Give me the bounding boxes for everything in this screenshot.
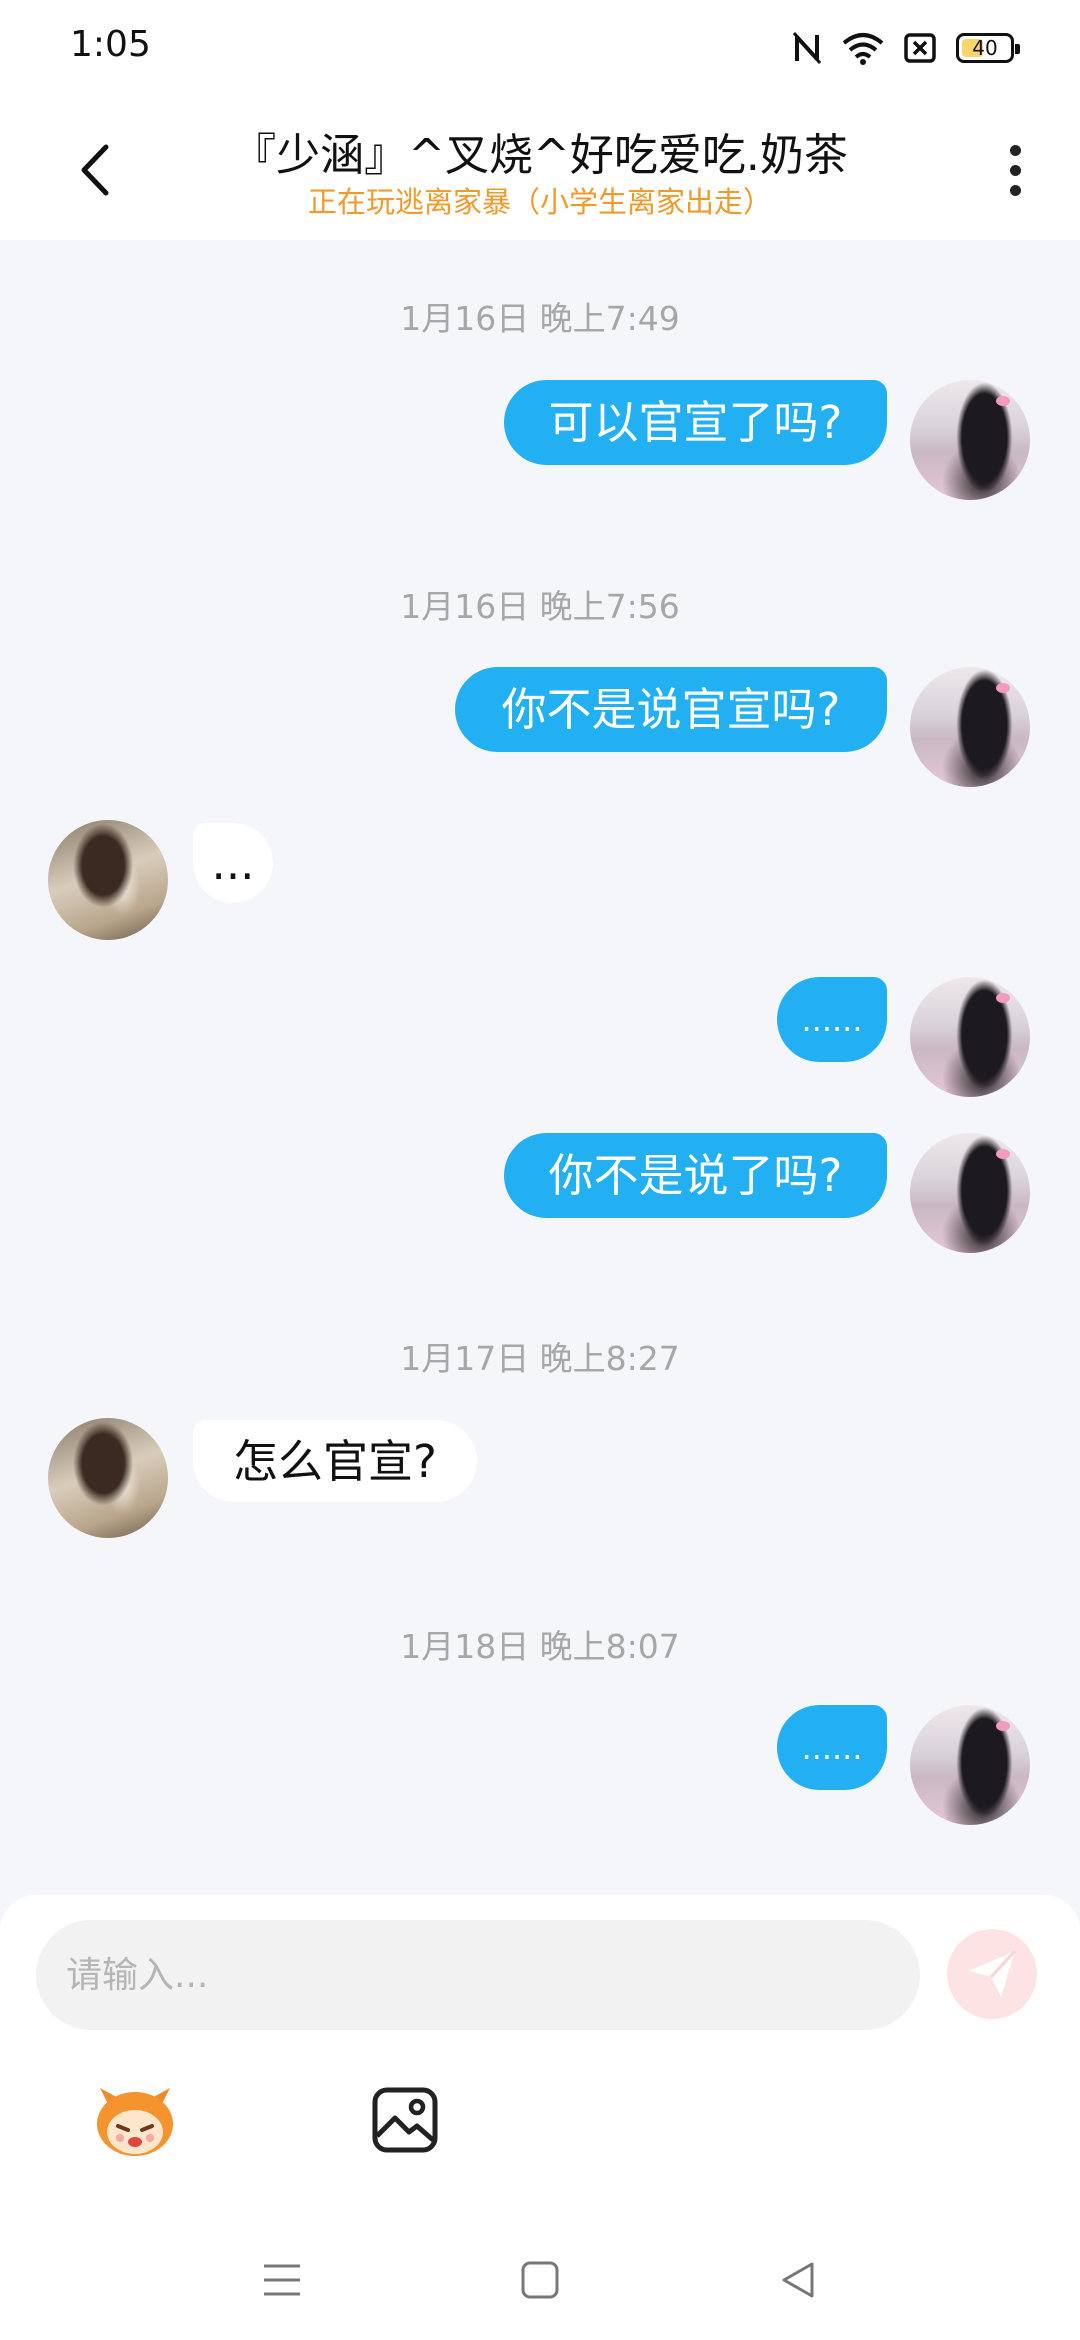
chevron-left-icon xyxy=(81,144,109,196)
my-message-bubble[interactable]: 可以官宣了吗? xyxy=(504,380,887,465)
chat-title: 『少涵』^叉烧^好吃爱吃.奶茶 xyxy=(232,130,848,181)
menu-icon xyxy=(264,2264,300,2296)
nfc-icon xyxy=(792,32,822,64)
more-vertical-icon xyxy=(1009,144,1021,156)
sim-off-icon xyxy=(904,33,936,63)
chat-header: 『少涵』^叉烧^好吃爱吃.奶茶 正在玩逃离家暴（小学生离家出走） xyxy=(0,95,1080,240)
my-avatar[interactable] xyxy=(910,1705,1030,1825)
message-timestamp: 1月16日 晚上7:56 xyxy=(400,587,680,626)
message-input[interactable] xyxy=(36,1920,920,2030)
recent-apps-button[interactable] xyxy=(252,2250,312,2310)
my-message-bubble[interactable]: 你不是说了吗? xyxy=(504,1133,887,1218)
battery-icon: 40 xyxy=(956,33,1020,63)
image-icon xyxy=(372,2087,438,2153)
battery-level: 40 xyxy=(972,36,998,60)
contact-avatar[interactable] xyxy=(48,1418,168,1538)
nav-back-button[interactable] xyxy=(768,2250,828,2310)
send-icon xyxy=(969,1949,1017,1997)
contact-avatar[interactable] xyxy=(48,820,168,940)
send-button[interactable] xyxy=(947,1929,1037,2019)
my-avatar[interactable] xyxy=(910,977,1030,1097)
my-avatar[interactable] xyxy=(910,380,1030,500)
my-message-bubble[interactable]: 你不是说官宣吗? xyxy=(455,667,887,752)
message-timestamp: 1月16日 晚上7:49 xyxy=(400,299,680,338)
contact-message-bubble[interactable]: ... xyxy=(193,823,273,903)
my-message-bubble[interactable]: ...... xyxy=(777,1705,887,1790)
mascot-sticker-icon xyxy=(97,2088,173,2156)
my-avatar[interactable] xyxy=(910,1133,1030,1253)
wifi-icon xyxy=(842,33,884,65)
message-timestamp: 1月17日 晚上8:27 xyxy=(400,1339,680,1378)
status-time: 1:05 xyxy=(70,24,151,65)
home-icon xyxy=(521,2261,559,2299)
home-button[interactable] xyxy=(510,2250,570,2310)
contact-message-bubble[interactable]: 怎么官宣? xyxy=(193,1420,477,1502)
chat-status: 正在玩逃离家暴（小学生离家出走） xyxy=(307,185,772,219)
status-bar: 1:05 40 xyxy=(0,0,1080,95)
message-timestamp: 1月18日 晚上8:07 xyxy=(400,1627,680,1666)
my-message-bubble[interactable]: ...... xyxy=(777,977,887,1062)
status-icons: 40 xyxy=(792,28,1020,68)
my-avatar[interactable] xyxy=(910,667,1030,787)
back-icon xyxy=(782,2262,814,2298)
system-nav-bar xyxy=(0,2220,1080,2330)
more-options-button[interactable] xyxy=(990,135,1040,205)
image-button[interactable] xyxy=(360,2075,450,2165)
sticker-button[interactable] xyxy=(90,2075,180,2165)
back-button[interactable] xyxy=(60,135,130,205)
